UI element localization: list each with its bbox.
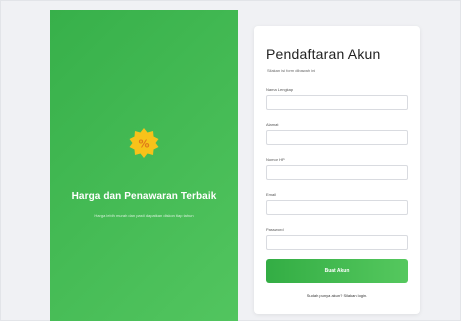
full-name-label: Nama Lengkap: [266, 87, 294, 92]
password-input[interactable]: [266, 235, 408, 250]
svg-text:%: %: [138, 138, 149, 151]
percent-badge-icon: %: [129, 128, 159, 158]
password-label: Password: [266, 227, 284, 232]
address-label: Alamat: [266, 122, 279, 127]
phone-input[interactable]: [266, 165, 408, 180]
full-name-input[interactable]: [266, 95, 408, 110]
create-account-button[interactable]: Buat Akun: [266, 259, 408, 283]
email-label: Email: [266, 192, 277, 197]
email-input[interactable]: [266, 200, 408, 215]
promo-subtitle: Harga lebih murah dan pasti dapatkan dis…: [94, 213, 194, 218]
phone-label: Nomor HP: [266, 157, 285, 162]
login-link[interactable]: Sudah punya akun? Silakan login.: [254, 293, 420, 298]
promo-panel: % Harga dan Penawaran Terbaik Harga lebi…: [50, 10, 238, 321]
address-input[interactable]: [266, 130, 408, 145]
form-title: Pendaftaran Akun: [266, 46, 381, 62]
form-subtitle: Silakan isi form dibawah ini: [267, 68, 316, 73]
promo-title: Harga dan Penawaran Terbaik: [71, 191, 217, 202]
registration-form: Pendaftaran Akun Silakan isi form dibawa…: [254, 26, 420, 314]
